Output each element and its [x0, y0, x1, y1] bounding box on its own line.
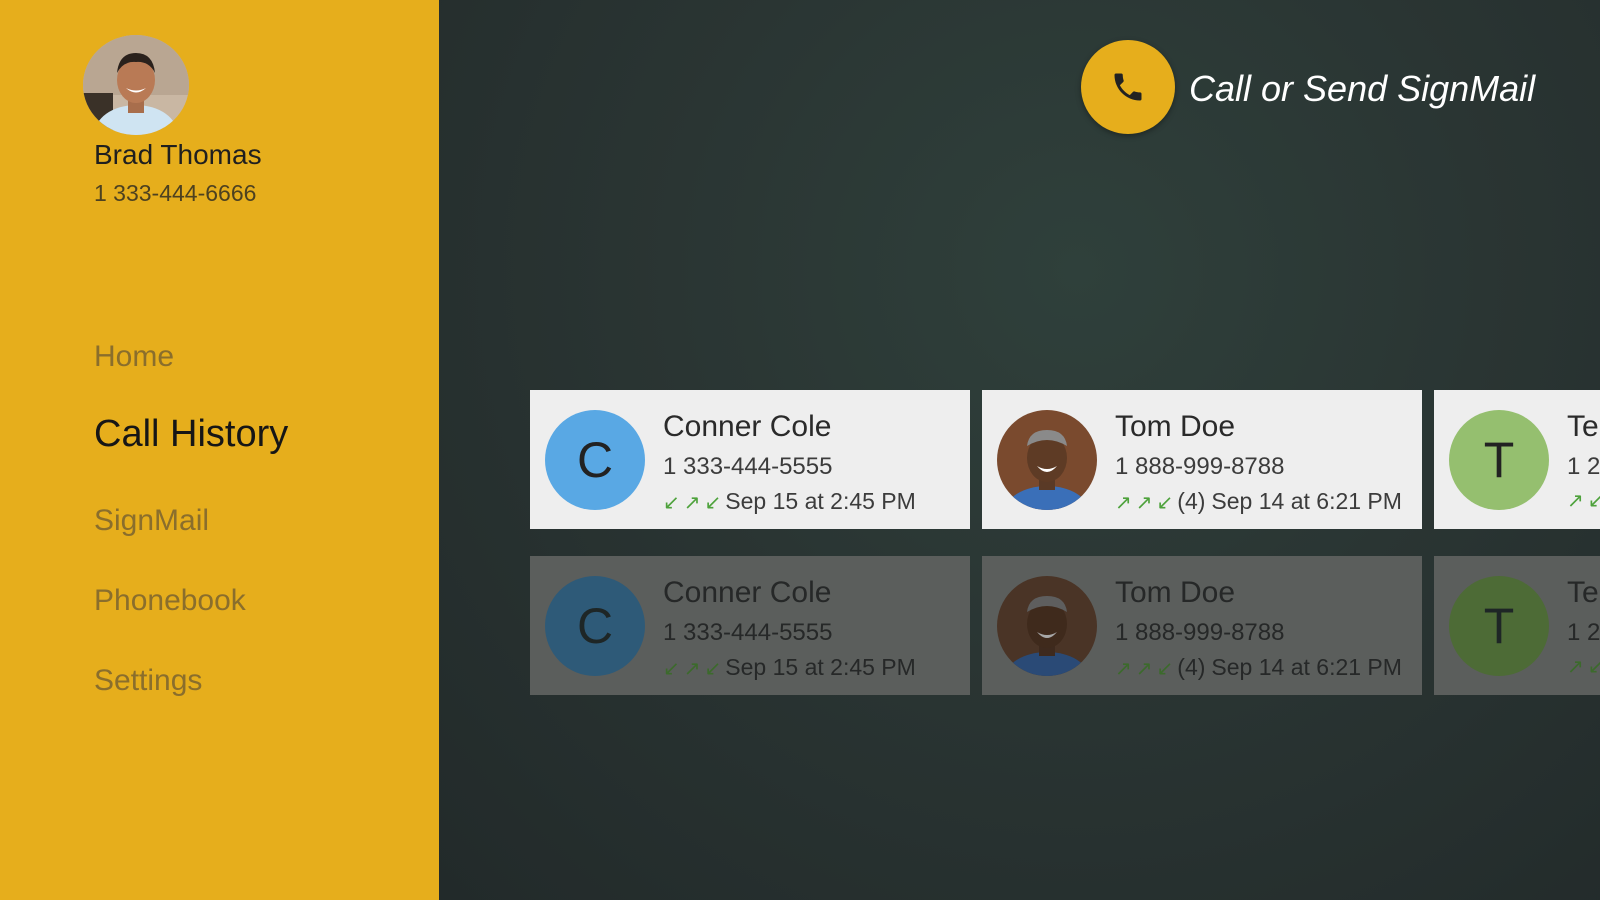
contact-phone: 1 888-999-8788 [1115, 453, 1285, 480]
incoming-call-icon: ↙ [1587, 654, 1600, 678]
outgoing-call-icon: ↗ [1567, 488, 1584, 512]
contact-name: Te [1567, 410, 1599, 443]
outgoing-call-icon: ↗ [1135, 489, 1153, 514]
nav-item-call-history[interactable]: Call History [94, 413, 288, 456]
outgoing-call-icon: ↗ [1135, 655, 1153, 680]
call-history-card[interactable]: T Te 1 2 ↗ ↙ [1434, 390, 1600, 529]
call-history-card[interactable]: C Conner Cole 1 333-444-5555 ↙ ↗ ↙ Sep 1… [530, 390, 970, 529]
avatar-initial: C [576, 432, 614, 488]
contact-phone: 1 333-444-5555 [663, 453, 833, 480]
contact-photo-icon [997, 576, 1097, 676]
incoming-call-icon: ↙ [704, 655, 722, 680]
profile-name: Brad Thomas [94, 139, 262, 170]
contact-avatar [997, 410, 1097, 510]
contact-phone: 1 2 [1567, 619, 1600, 646]
call-meta: ↗ ↗ ↙ (4) Sep 14 at 6:21 PM [1115, 488, 1402, 515]
call-meta: ↗ ↙ [1567, 654, 1600, 678]
outgoing-call-icon: ↗ [1567, 654, 1584, 678]
incoming-call-icon: ↙ [1156, 489, 1174, 514]
app-root: Brad Thomas 1 333-444-6666 Home Call His… [0, 0, 1600, 900]
call-time: Sep 15 at 2:45 PM [725, 488, 916, 514]
contact-avatar [997, 576, 1097, 676]
avatar-initial: T [1483, 598, 1515, 654]
contact-phone: 1 2 [1567, 453, 1600, 480]
contact-avatar: T [1449, 410, 1549, 510]
profile-phone: 1 333-444-6666 [94, 180, 257, 206]
outgoing-call-icon: ↗ [683, 655, 701, 680]
call-button[interactable] [1081, 40, 1175, 134]
contact-avatar: C [545, 410, 645, 510]
contact-name: Conner Cole [663, 576, 832, 609]
phone-icon [1114, 73, 1142, 101]
incoming-call-icon: ↙ [1587, 488, 1600, 512]
incoming-call-icon: ↙ [663, 655, 680, 680]
outgoing-call-icon: ↗ [1115, 655, 1132, 680]
contact-name: Tom Doe [1115, 410, 1236, 443]
incoming-call-icon: ↙ [663, 489, 680, 514]
contact-avatar: T [1449, 576, 1549, 676]
call-or-send-signmail-label[interactable]: Call or Send SignMail [1189, 68, 1535, 110]
call-meta: ↗ ↙ [1567, 488, 1600, 512]
contact-phone: 1 888-999-8788 [1115, 619, 1285, 646]
call-meta: ↙ ↗ ↙ Sep 15 at 2:45 PM [663, 654, 916, 681]
contact-name: Conner Cole [663, 410, 832, 443]
incoming-call-icon: ↙ [1156, 655, 1174, 680]
contact-avatar: C [545, 576, 645, 676]
contact-phone: 1 333-444-5555 [663, 619, 833, 646]
nav-item-settings[interactable]: Settings [94, 664, 202, 698]
nav-item-home[interactable]: Home [94, 340, 174, 374]
profile-avatar[interactable] [83, 35, 189, 135]
contact-name: Tom Doe [1115, 576, 1236, 609]
avatar-initial: C [576, 598, 614, 654]
contact-photo-icon [997, 410, 1097, 510]
call-meta: ↙ ↗ ↙ Sep 15 at 2:45 PM [663, 488, 916, 515]
call-count: (4) [1177, 488, 1206, 514]
incoming-call-icon: ↙ [704, 489, 722, 514]
outgoing-call-icon: ↗ [683, 489, 701, 514]
profile-photo-icon [83, 35, 189, 135]
outgoing-call-icon: ↗ [1115, 489, 1132, 514]
call-history-card[interactable]: Tom Doe 1 888-999-8788 ↗ ↗ ↙ (4) Sep 14 … [982, 390, 1422, 529]
nav-item-signmail[interactable]: SignMail [94, 504, 209, 538]
call-time: Sep 14 at 6:21 PM [1211, 488, 1402, 514]
call-history-card[interactable]: T Te 1 2 ↗ ↙ [1434, 556, 1600, 695]
call-count: (4) [1177, 654, 1206, 680]
call-time: Sep 14 at 6:21 PM [1211, 654, 1402, 680]
call-meta: ↗ ↗ ↙ (4) Sep 14 at 6:21 PM [1115, 654, 1402, 681]
call-history-card[interactable]: C Conner Cole 1 333-444-5555 ↙ ↗ ↙ Sep 1… [530, 556, 970, 695]
avatar-initial: T [1483, 432, 1515, 488]
call-time: Sep 15 at 2:45 PM [725, 654, 916, 680]
sidebar: Brad Thomas 1 333-444-6666 Home Call His… [0, 0, 439, 900]
nav-item-phonebook[interactable]: Phonebook [94, 584, 246, 618]
contact-name: Te [1567, 576, 1599, 609]
call-history-card[interactable]: Tom Doe 1 888-999-8788 ↗ ↗ ↙ (4) Sep 14 … [982, 556, 1422, 695]
